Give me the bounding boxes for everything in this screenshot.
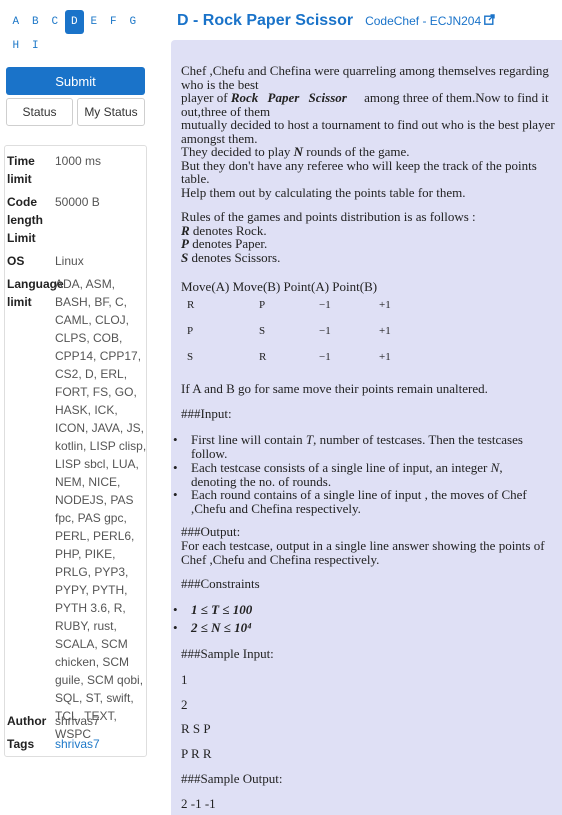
problem-letter-c[interactable]: C bbox=[45, 10, 65, 34]
same-move-note: If A and B go for same move their points… bbox=[181, 381, 488, 396]
constraint-2: • 2 ≤ N ≤ 10⁴ bbox=[173, 620, 252, 635]
sample-output-line: 2 -1 -1 bbox=[181, 796, 216, 811]
problem-letter-h[interactable]: H bbox=[6, 34, 26, 58]
problem-letter-a[interactable]: A bbox=[6, 10, 26, 34]
problem-letter-g[interactable]: G bbox=[123, 10, 143, 34]
tags-label: Tags bbox=[7, 737, 35, 751]
problem-letter-nav: A B C D E F G H I bbox=[6, 10, 148, 58]
input-heading: ###Input: bbox=[181, 406, 232, 421]
statement-line: mutually decided to host a tournament to… bbox=[181, 117, 555, 146]
sample-input-line: 2 bbox=[181, 697, 188, 712]
sample-input-line: P R R bbox=[181, 746, 212, 761]
statement-line: Chef ,Chefu and Chefina were quarreling … bbox=[181, 63, 549, 92]
output-description: For each testcase, output in a single li… bbox=[181, 538, 545, 567]
input-bullet-1: • First line will contain T, number of t… bbox=[173, 432, 523, 461]
problem-source-link[interactable]: CodeChef - ECJN204 bbox=[365, 14, 481, 28]
time-limit-value: 1000 ms bbox=[55, 154, 102, 168]
output-heading: ###Output: bbox=[181, 524, 241, 539]
time-limit-label: Time limit bbox=[7, 154, 35, 186]
statement-paragraph-1: Chef ,Chefu and Chefina were quarreling … bbox=[181, 64, 559, 199]
problem-statement-panel: Chef ,Chefu and Chefina were quarreling … bbox=[171, 40, 562, 815]
problem-title: D - Rock Paper Scissor bbox=[177, 12, 354, 29]
sample-input-line: R S P bbox=[181, 721, 211, 736]
input-bullet-3: • Each round contains of a single line o… bbox=[173, 487, 527, 516]
code-length-label: Code length Limit bbox=[7, 195, 43, 245]
statement-line: Help them out by calculating the points … bbox=[181, 184, 466, 200]
submit-button[interactable]: Submit bbox=[6, 67, 145, 95]
problem-letter-e[interactable]: E bbox=[84, 10, 104, 34]
problem-letter-f[interactable]: F bbox=[104, 10, 124, 34]
author-label: Author bbox=[7, 714, 47, 728]
problem-title-line: D - Rock Paper Scissor CodeChef - ECJN20… bbox=[177, 12, 495, 30]
tags-value-link[interactable]: shrivas7 bbox=[55, 735, 147, 753]
problem-letter-b[interactable]: B bbox=[26, 10, 46, 34]
sample-input-line: 1 bbox=[181, 672, 188, 687]
statement-line-moves: player of Rock Paper Scissor among three… bbox=[181, 90, 549, 119]
rules-section: Rules of the games and points distributi… bbox=[181, 210, 559, 264]
os-value: Linux bbox=[55, 254, 84, 268]
author-value: shrivas7 bbox=[55, 714, 100, 728]
points-table-header: Move(A) Move(B) Point(A) Point(B) bbox=[181, 279, 378, 294]
rule-paper: P denotes Paper. bbox=[181, 236, 268, 251]
code-length-value: 50000 B bbox=[55, 195, 100, 209]
problem-letter-d-active[interactable]: D bbox=[64, 10, 84, 34]
statement-line: But they don't have any referee who will… bbox=[181, 157, 537, 186]
rule-scissors: S denotes Scissors. bbox=[181, 249, 281, 265]
constraint-1: • 1 ≤ T ≤ 100 bbox=[173, 602, 253, 617]
my-status-button[interactable]: My Status bbox=[77, 98, 145, 126]
constraints-heading: ###Constraints bbox=[181, 576, 260, 591]
input-bullet-2: • Each testcase consists of a single lin… bbox=[173, 460, 503, 489]
language-limit-label: Language limit bbox=[7, 277, 64, 309]
status-button[interactable]: Status bbox=[6, 98, 73, 126]
problem-info-card: Time limit 1000 ms Code length Limit 500… bbox=[4, 145, 147, 757]
rule-rock: R denotes Rock. bbox=[181, 222, 267, 238]
language-limit-value: ADA, ASM, BASH, BF, C, CAML, CLOJ, CLPS,… bbox=[55, 277, 147, 741]
problem-letter-i[interactable]: I bbox=[26, 34, 46, 58]
external-link-icon[interactable] bbox=[484, 12, 495, 30]
sample-output-heading: ###Sample Output: bbox=[181, 771, 283, 786]
os-label: OS bbox=[7, 254, 25, 268]
statement-line-rounds: They decided to play N rounds of the gam… bbox=[181, 144, 410, 159]
sample-input-heading: ###Sample Input: bbox=[181, 646, 274, 661]
